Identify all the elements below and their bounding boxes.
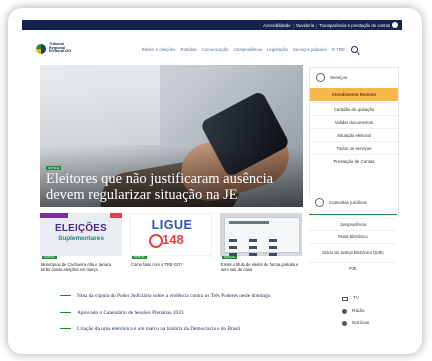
site-header: Tribunal Regional Eleitoral-GO Eleitor e… xyxy=(22,30,402,60)
phone-icon xyxy=(149,234,163,248)
news-caption[interactable]: Como falar com o TRE-GO? xyxy=(131,262,211,267)
media-item-tv[interactable]: TV xyxy=(342,296,359,301)
consultas-title: Consultas jurídicas xyxy=(329,200,368,205)
nav-item-o-tre[interactable]: O TRE xyxy=(332,47,345,52)
sheet-row xyxy=(229,229,295,242)
nav-item-legislacao[interactable]: Legislação xyxy=(267,47,288,52)
utility-link-transparency[interactable]: Transparência e prestação de contas xyxy=(319,23,390,28)
bullet-dash xyxy=(60,312,71,313)
hero-banner[interactable]: NOTÍCIA Eleitores que não justificaram a… xyxy=(40,65,303,207)
list-item[interactable]: Criação da urna eletrônica é um marco na… xyxy=(60,323,240,334)
list-item[interactable]: Aprovado o Calendário de Sessões Plenári… xyxy=(60,307,184,318)
list-item-text[interactable]: Aprovado o Calendário de Sessões Plenári… xyxy=(77,310,184,316)
services-header: Serviços xyxy=(316,73,347,82)
news-tag: NOTÍCIA xyxy=(222,256,237,259)
news-tag: NOTÍCIA xyxy=(132,256,147,259)
tre-logo-icon[interactable] xyxy=(36,44,46,54)
sheet-header xyxy=(229,221,269,224)
bullet-dash xyxy=(60,328,71,329)
news-icon xyxy=(342,321,347,326)
gavel-icon xyxy=(315,198,324,207)
news-card[interactable]: NOTÍCIA Emita o título de eleitor de for… xyxy=(220,213,302,283)
nav-item-eleitor[interactable]: Eleitor e eleições xyxy=(142,47,175,52)
decor-bar xyxy=(40,213,68,218)
hero-title[interactable]: Eleitores que não justificaram ausência … xyxy=(46,171,296,203)
consultas-header: Consultas jurídicas xyxy=(315,198,367,207)
news-card-image xyxy=(220,213,302,256)
news-caption[interactable]: Municípios de Cachoeira Alta e Iaciara t… xyxy=(41,262,121,272)
radio-icon xyxy=(342,309,347,314)
utility-separator: | xyxy=(316,22,318,28)
hero-photo-keyboard xyxy=(40,65,160,145)
media-label: Rádio xyxy=(352,309,365,314)
list-item-text[interactable]: Nota da cúpula do Poder Judiciário sobre… xyxy=(77,293,270,299)
media-label: TV xyxy=(353,296,360,301)
service-situacao-eleitoral[interactable]: Situação eleitoral xyxy=(310,128,398,142)
document-sheet xyxy=(224,217,300,256)
list-item[interactable]: Nota da cúpula do Poder Judiciário sobre… xyxy=(60,290,270,301)
logo-line: Eleitoral-GO xyxy=(49,49,72,54)
news-list: Nota da cúpula do Poder Judiciário sobre… xyxy=(40,289,334,345)
news-card-image: LIGUE 148 xyxy=(130,213,212,256)
service-certidao-quitacao[interactable]: Certidão de quitação xyxy=(310,102,398,116)
hero-tag: NOTÍCIA xyxy=(46,166,62,170)
site-logo-text[interactable]: Tribunal Regional Eleitoral-GO xyxy=(49,42,72,54)
consulta-mural-eletronico[interactable]: Mural Eletrônico xyxy=(309,230,397,242)
image-title: LIGUE xyxy=(151,218,193,232)
media-label: Notícias xyxy=(352,321,370,326)
utility-separator: | xyxy=(292,22,294,28)
accessibility-icon[interactable] xyxy=(392,22,398,28)
news-card[interactable]: ELEIÇÕES Suplementares NOTÍCIA Município… xyxy=(40,213,122,283)
media-item-noticias[interactable]: Notícias xyxy=(342,321,369,326)
bullet-dash xyxy=(60,295,71,296)
tv-icon xyxy=(342,296,348,301)
news-card-image: ELEIÇÕES Suplementares xyxy=(40,213,122,256)
utility-bar: Acessibilidade | Ouvidoria | Transparênc… xyxy=(22,20,402,30)
consulta-pje[interactable]: PJE xyxy=(309,262,397,273)
list-item-text[interactable]: Criação da urna eletrônica é um marco na… xyxy=(77,326,240,332)
services-panel: Serviços Atendimento Remoto Certidão de … xyxy=(309,67,399,217)
image-subtitle: Suplementares xyxy=(58,235,104,242)
utility-link-ombudsman[interactable]: Ouvidoria xyxy=(296,23,314,28)
service-validar-documentos[interactable]: Validar documentos xyxy=(310,115,398,129)
news-card[interactable]: LIGUE 148 NOTÍCIA Como falar com o TRE-G… xyxy=(130,213,212,283)
main-nav: Eleitor e eleições Partidos Comunicação … xyxy=(142,46,363,53)
services-title: Serviços xyxy=(330,75,348,80)
nav-item-jurisprudencia[interactable]: Jurisprudência xyxy=(233,47,262,52)
search-icon[interactable] xyxy=(351,46,358,53)
image-number: 148 xyxy=(162,232,184,247)
service-todos-servicos[interactable]: Todos os serviços xyxy=(310,141,398,155)
services-icon xyxy=(316,73,325,82)
service-atendimento-remoto[interactable]: Atendimento Remoto xyxy=(310,88,398,101)
service-prestacao-contas[interactable]: Prestação de Contas xyxy=(310,154,398,168)
sheet-row xyxy=(229,236,295,249)
decor-bar xyxy=(110,213,122,218)
media-panel: TV Rádio Notícias xyxy=(335,289,397,345)
media-item-radio[interactable]: Rádio xyxy=(342,309,365,314)
sheet-row xyxy=(229,243,295,256)
consulta-dje[interactable]: Diário da Justiça Eletrônico (DJE) xyxy=(309,243,397,261)
nav-item-comunicacao[interactable]: Comunicação xyxy=(202,47,229,52)
news-tag: NOTÍCIA xyxy=(42,256,57,259)
utility-link-accessibility[interactable]: Acessibilidade xyxy=(263,23,290,28)
consultas-panel: Consultas jurídicas Jurisprudência Mural… xyxy=(309,198,397,285)
nav-item-partidos[interactable]: Partidos xyxy=(180,47,196,52)
image-title: ELEIÇÕES xyxy=(55,223,107,234)
consulta-jurisprudencia[interactable]: Jurisprudência xyxy=(309,218,397,230)
news-caption[interactable]: Emita o título de eleitor de forma gratu… xyxy=(221,262,301,272)
nav-item-servicos-judiciais[interactable]: Serviços judiciais xyxy=(293,47,327,52)
consultas-divider xyxy=(309,214,397,215)
